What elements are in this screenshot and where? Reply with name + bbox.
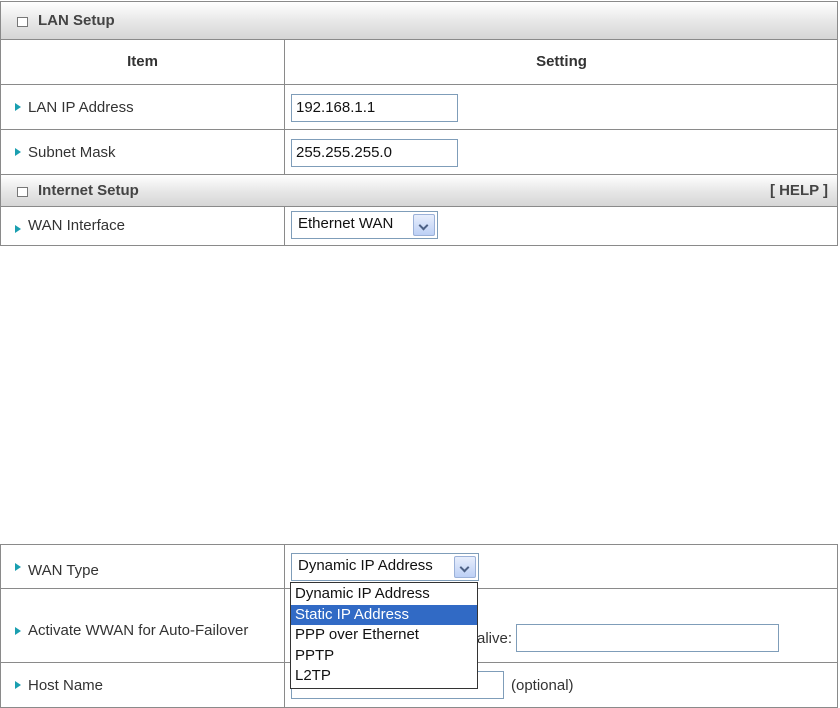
chevron-down-icon[interactable] xyxy=(454,556,476,578)
chevron-down-icon[interactable] xyxy=(413,214,435,236)
wan-type-option-highlighted[interactable]: Static IP Address xyxy=(291,604,477,625)
wan-type-value: Dynamic IP Address xyxy=(298,557,433,574)
triangle-bullet-icon xyxy=(15,225,21,233)
lan-ip-row: LAN IP Address 192.168.1.1 xyxy=(1,85,837,130)
wan-type-option[interactable]: Dynamic IP Address xyxy=(291,584,477,605)
wan-type-dropdown-list: Dynamic IP Address Static IP Address PPP… xyxy=(290,582,478,689)
triangle-bullet-icon xyxy=(15,563,21,571)
triangle-bullet-icon xyxy=(15,681,21,689)
section-square-icon xyxy=(17,187,28,197)
wan-type-select[interactable]: Dynamic IP Address xyxy=(291,553,479,581)
host-name-hint: (optional) xyxy=(511,677,574,694)
help-link[interactable]: [ HELP ] xyxy=(770,182,828,199)
lan-ip-input[interactable]: 192.168.1.1 xyxy=(291,94,458,122)
wan-type-option[interactable]: PPP over Ethernet xyxy=(291,625,477,646)
column-header-row: Item Setting xyxy=(1,40,837,85)
internet-setup-title: Internet Setup xyxy=(38,182,139,199)
triangle-bullet-icon xyxy=(15,627,21,635)
subnet-mask-label: Subnet Mask xyxy=(28,144,116,161)
wan-interface-label: WAN Interface xyxy=(28,217,125,234)
wan-type-option[interactable]: PPTP xyxy=(291,646,477,667)
wan-type-option[interactable]: L2TP xyxy=(291,666,477,687)
subnet-mask-row: Subnet Mask 255.255.255.0 xyxy=(1,130,837,175)
wan-interface-select[interactable]: Ethernet WAN xyxy=(291,211,438,239)
lan-setup-table: LAN Setup Item Setting LAN IP Address 19… xyxy=(0,1,838,246)
lan-setup-header: LAN Setup xyxy=(1,2,837,40)
wan-type-label: WAN Type xyxy=(28,562,99,579)
triangle-bullet-icon xyxy=(15,103,21,111)
subnet-mask-input[interactable]: 255.255.255.0 xyxy=(291,139,458,167)
internet-setup-header: Internet Setup [ HELP ] xyxy=(1,175,837,207)
column-header-setting: Setting xyxy=(536,53,587,70)
triangle-bullet-icon xyxy=(15,148,21,156)
lan-setup-title: LAN Setup xyxy=(38,12,115,29)
host-name-label: Host Name xyxy=(28,677,104,694)
wan-interface-row: WAN Interface Ethernet WAN xyxy=(1,207,837,245)
section-square-icon xyxy=(17,17,28,27)
keepalive-label: alive: xyxy=(477,630,513,647)
column-header-item: Item xyxy=(127,53,158,70)
lan-ip-label: LAN IP Address xyxy=(28,99,134,116)
failover-label: Activate WWAN for Auto-Failover xyxy=(28,622,249,639)
wan-interface-value: Ethernet WAN xyxy=(298,215,394,232)
keepalive-input[interactable] xyxy=(516,624,779,652)
